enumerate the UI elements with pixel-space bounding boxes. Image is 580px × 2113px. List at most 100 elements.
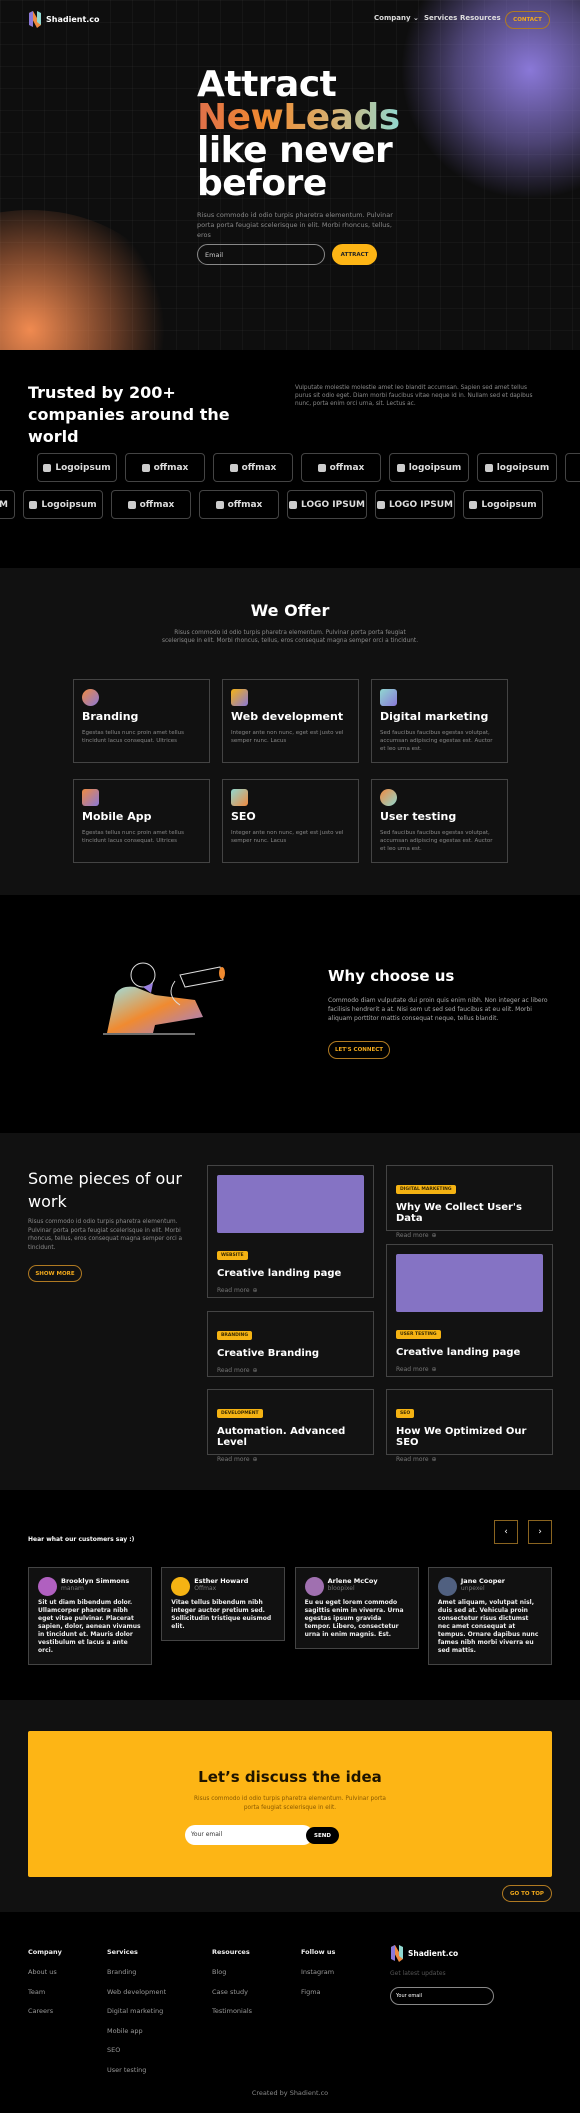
arrow-circle-icon: ⊕ [431, 1456, 437, 1463]
email-input[interactable]: Email [197, 244, 325, 265]
footer-heading: Company [28, 1948, 62, 1956]
trusted-section: Trusted by 200+ companies around the wor… [0, 350, 580, 568]
mobile-icon [82, 789, 99, 806]
service-card[interactable]: User testing Sed faucibus faucibus egesta… [371, 779, 508, 863]
work-tag: DEVELOPMENT [217, 1409, 263, 1418]
work-title: Why We Collect User's Data [396, 1202, 522, 1224]
prev-arrow-button[interactable]: ‹ [494, 1520, 518, 1544]
company-logo: LOGO IPSUM [287, 490, 367, 519]
marketing-icon [380, 689, 397, 706]
trusted-text: Vulputate molestie molestie amet leo bla… [295, 385, 533, 407]
read-more-link[interactable]: Read more ⊕ [217, 1287, 364, 1294]
service-card[interactable]: Branding Egestas tellus nunc proin amet t… [73, 679, 210, 763]
work-tag: USER TESTING [396, 1330, 441, 1339]
cta-section: Let’s discuss the idea Risus commodo id … [0, 1700, 580, 1912]
work-text: Risus commodo id odio turpis pharetra el… [28, 1219, 183, 1251]
footer-email-input[interactable]: Your email [390, 1987, 494, 2005]
footer-link[interactable]: Case study [212, 1988, 248, 1996]
contact-button[interactable]: CONTACT [505, 11, 550, 29]
footer-link[interactable]: Digital marketing [107, 2007, 163, 2015]
work-card[interactable]: BRANDING Creative Branding Read more ⊕ [207, 1311, 374, 1377]
work-title: Creative landing page [396, 1347, 521, 1358]
service-card[interactable]: Web development Integer ante non nunc, eg… [222, 679, 359, 763]
arrow-circle-icon: ⊕ [252, 1287, 258, 1294]
purple-glow [400, 0, 580, 200]
read-more-link[interactable]: Read more ⊕ [396, 1366, 543, 1373]
footer-link[interactable]: Web development [107, 1988, 166, 1996]
lets-connect-button[interactable]: LET'S CONNECT [328, 1041, 390, 1059]
hero-section: Shadient.co Company ⌄ Services Resources… [0, 0, 580, 350]
next-arrow-button[interactable]: › [528, 1520, 552, 1544]
cta-email-input[interactable]: Your email [185, 1825, 313, 1845]
footer-link[interactable]: Careers [28, 2007, 53, 2015]
offer-text: Risus commodo id odio turpis pharetra el… [161, 630, 419, 644]
user-icon [380, 789, 397, 806]
company-logo: offmax [301, 453, 381, 482]
work-tag: SEO [396, 1409, 415, 1418]
logo-mark-icon [229, 463, 238, 472]
footer-link[interactable]: SEO [107, 2046, 120, 2054]
testimonial-card: Jane Cooper unpexel Amet aliquam, volutpat… [427, 1567, 552, 1665]
read-more-link[interactable]: Read more ⊕ [217, 1456, 364, 1463]
service-card[interactable]: SEO Integer ante non nunc, eget est justo… [222, 779, 359, 863]
read-more-label: Read more [217, 1287, 250, 1294]
go-to-top-button[interactable]: GO TO TOP [502, 1885, 552, 1902]
work-title: How We Optimized Our SEO [396, 1426, 527, 1448]
testimonial-card: Brooklyn Simmons manam Sit ut diam bibendu… [28, 1567, 152, 1665]
footer-link[interactable]: User testing [107, 2066, 146, 2074]
logo-text: offmax [139, 499, 175, 510]
send-button[interactable]: SEND [306, 1827, 339, 1844]
footer-logo[interactable]: Shadient.co [390, 1944, 458, 1963]
footer-link[interactable]: About us [28, 1968, 57, 1976]
service-title: SEO [231, 810, 256, 823]
logo-icon [391, 1945, 403, 1962]
work-card[interactable]: DIGITAL MARKETING Why We Collect User's D… [386, 1165, 553, 1239]
work-title: Automation. Advanced Level [217, 1426, 346, 1448]
company-logo: logoipsum [389, 453, 469, 482]
logo-mark-icon [43, 463, 52, 472]
testimonial-text: Vitae tellus bibendum nibh integer aucto… [171, 1599, 272, 1630]
attract-button[interactable]: ATTRACT [332, 244, 377, 265]
work-image [396, 1254, 543, 1312]
logo-text: offmax [241, 462, 277, 473]
read-more-label: Read more [217, 1456, 250, 1463]
footer-link[interactable]: Figma [301, 1988, 321, 1996]
work-card[interactable]: WEBSITE Creative landing page Read more ⊕ [207, 1165, 374, 1298]
footer-link[interactable]: Instagram [301, 1968, 334, 1976]
service-card[interactable]: Mobile App Egestas tellus nunc proin amet… [73, 779, 210, 863]
footer-link[interactable]: Blog [212, 1968, 226, 1976]
read-more-label: Read more [396, 1366, 429, 1373]
work-title: Creative landing page [217, 1268, 342, 1279]
footer-link[interactable]: Testimonials [212, 2007, 252, 2015]
testimonials-title: Hear what our customers say :) [28, 1536, 135, 1543]
avatar [171, 1577, 191, 1596]
offer-section: We Offer Risus commodo id odio turpis ph… [0, 568, 580, 895]
hero-text: Risus commodo id odio turpis pharetra el… [197, 211, 393, 239]
read-more-link[interactable]: Read more ⊕ [396, 1232, 543, 1239]
arrow-circle-icon: ⊕ [431, 1366, 437, 1373]
company-logo: LOGO IPSUM [375, 490, 455, 519]
nav-services[interactable]: Services [424, 14, 457, 22]
arrow-circle-icon: ⊕ [252, 1456, 258, 1463]
nav-company[interactable]: Company ⌄ [374, 14, 419, 22]
credit: Created by Shadient.co [251, 2089, 329, 2097]
logo-icon [29, 11, 41, 28]
logo-mark-icon [127, 500, 136, 509]
read-more-link[interactable]: Read more ⊕ [396, 1456, 543, 1463]
work-card[interactable]: USER TESTING Creative landing page Read mo… [386, 1244, 553, 1377]
logo-mark-icon [377, 500, 386, 509]
service-card[interactable]: Digital marketing Sed faucibus faucibus e… [371, 679, 508, 763]
show-more-button[interactable]: SHOW MORE [28, 1265, 82, 1282]
footer-link[interactable]: Branding [107, 1968, 136, 1976]
footer-link[interactable]: Mobile app [107, 2027, 143, 2035]
logo-text: M [0, 499, 8, 510]
read-more-link[interactable]: Read more ⊕ [217, 1367, 364, 1374]
footer-link[interactable]: Team [28, 1988, 45, 1996]
work-card[interactable]: SEO How We Optimized Our SEO Read more ⊕ [386, 1389, 553, 1463]
brand-logo[interactable]: Shadient.co [28, 10, 100, 29]
nav-resources[interactable]: Resources [460, 14, 501, 22]
logo-text: LOGO IPSUM [389, 499, 453, 510]
logo-text: Logoipsum [55, 462, 111, 473]
work-card[interactable]: DEVELOPMENT Automation. Advanced Level Rea… [207, 1389, 374, 1463]
arrow-circle-icon: ⊕ [252, 1367, 258, 1374]
